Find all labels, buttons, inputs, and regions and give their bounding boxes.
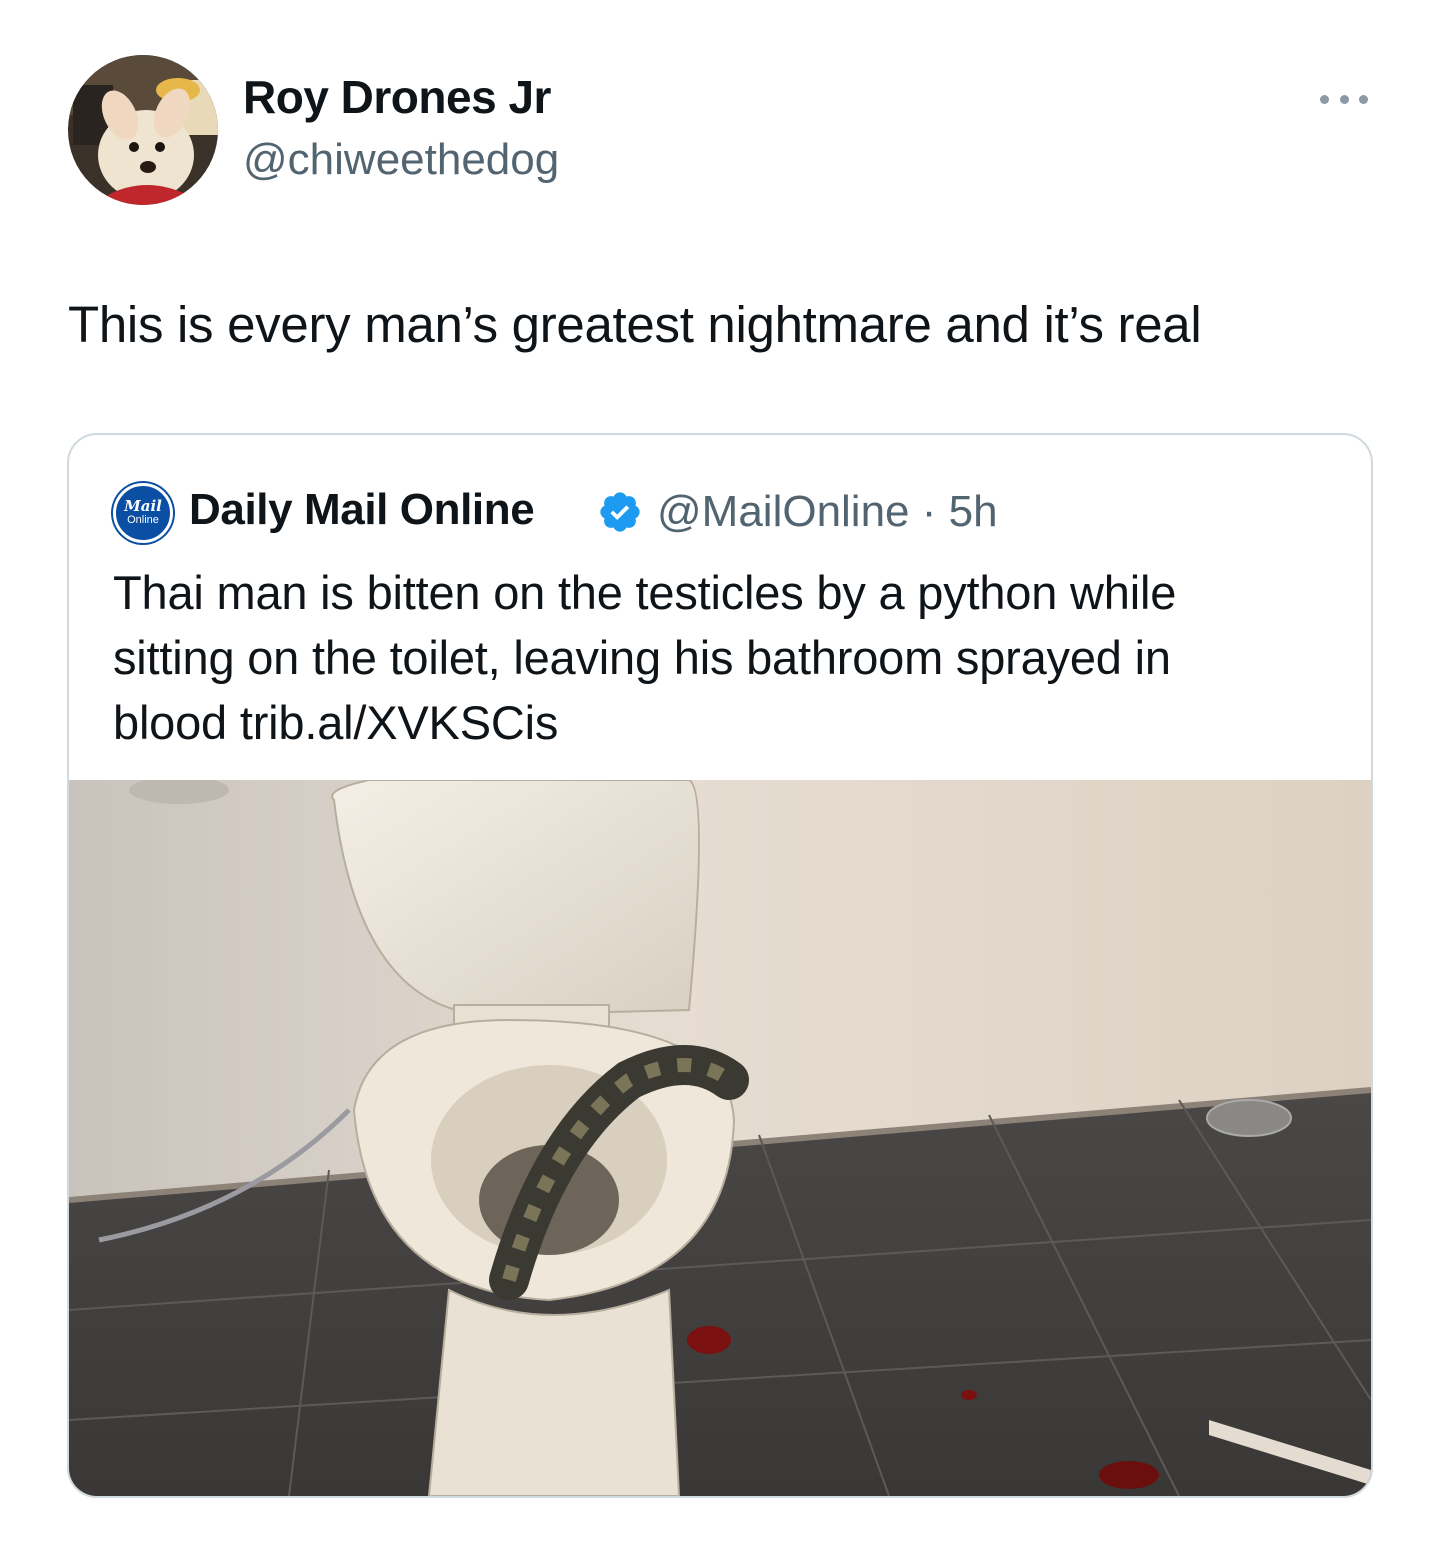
quoted-timestamp[interactable]: 5h: [949, 487, 998, 536]
meta-separator: ·: [921, 487, 937, 536]
quoted-tweet-card[interactable]: Mail Online Daily Mail Online @MailOnlin…: [67, 433, 1373, 1498]
more-dot: [1339, 94, 1349, 104]
tweet: Roy Drones Jr @chiweethedog This is ever…: [0, 0, 1440, 1564]
more-dot: [1359, 94, 1368, 104]
verified-badge-icon: [600, 492, 640, 532]
logo-text-mail: Mail: [124, 497, 162, 515]
quoted-handle[interactable]: @MailOnline: [657, 487, 910, 536]
quoted-text-line: blood trib.al/XVKSCis: [113, 696, 559, 749]
quoted-display-name[interactable]: Daily Mail Online: [189, 485, 535, 535]
tweet-text: This is every man’s greatest nightmare a…: [68, 296, 1202, 353]
logo-text-online: Online: [127, 514, 159, 526]
quoted-text: Thai man is bitten on the testicles by a…: [113, 560, 1343, 755]
more-dot: [1320, 94, 1329, 104]
quoted-text-line: sitting on the toilet, leaving his bathr…: [113, 631, 1171, 684]
user-handle[interactable]: @chiweethedog: [243, 135, 559, 185]
display-name[interactable]: Roy Drones Jr: [243, 70, 551, 124]
avatar[interactable]: [68, 55, 218, 205]
quoted-media-photo[interactable]: [69, 780, 1371, 1496]
mail-online-logo[interactable]: Mail Online: [113, 483, 173, 543]
bathroom-photo: [69, 780, 1371, 1496]
quoted-text-line: Thai man is bitten on the testicles by a…: [113, 566, 1177, 619]
avatar-image: [68, 55, 218, 205]
quoted-meta: @MailOnline · 5h: [657, 487, 998, 537]
more-horizontal-icon[interactable]: [1314, 84, 1374, 114]
